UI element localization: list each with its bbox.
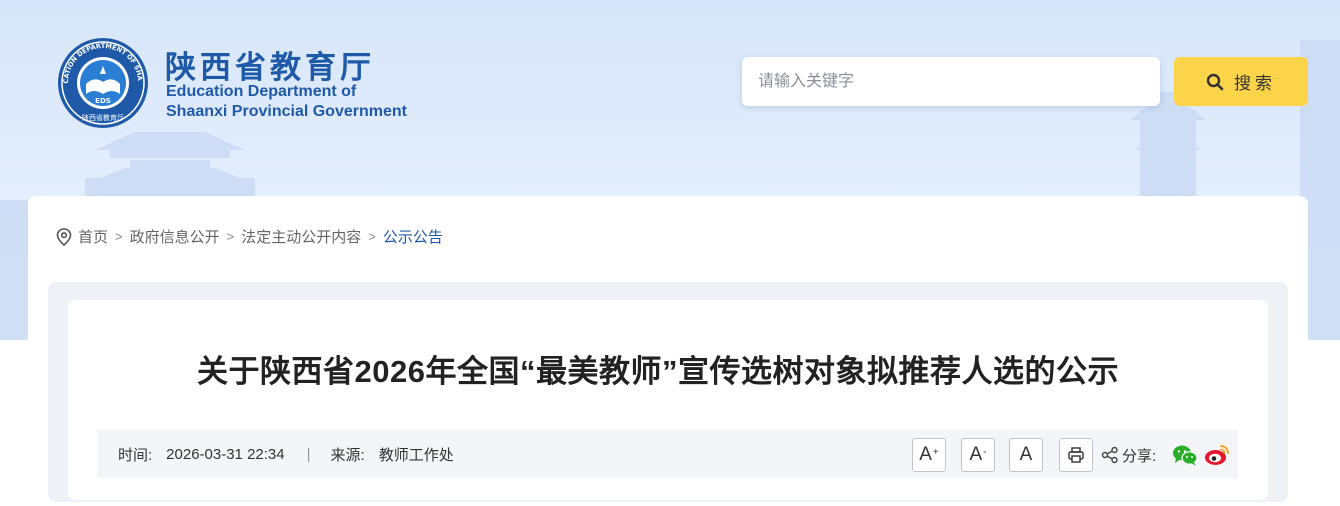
breadcrumb-statutory-content[interactable]: 法定主动公开内容 [241, 226, 361, 247]
search-button-label: 搜索 [1234, 74, 1276, 93]
search-input[interactable] [742, 57, 1160, 106]
font-decrease-button[interactable]: A- [961, 438, 995, 472]
print-button[interactable] [1059, 438, 1093, 472]
print-icon [1068, 447, 1084, 463]
article-title: 关于陕西省2026年全国“最美教师”宣传选树对象拟推荐人选的公示 [197, 354, 1119, 389]
search-icon [1206, 73, 1224, 90]
article-meta: 时间: 2026-03-31 22:34 | 来源: 教师工作处 [118, 444, 454, 465]
location-pin-icon [56, 227, 72, 246]
time-label: 时间: [118, 447, 153, 464]
education-department-emblem[interactable]: EDUCATION DEPARTMENT OF SHAANXI EDS 陕西省教… [56, 36, 150, 130]
time-value: 2026-03-31 22:34 [166, 446, 285, 463]
source-label: 来源: [330, 447, 365, 464]
breadcrumb-separator: > [368, 229, 376, 244]
search-button[interactable]: 搜索 [1174, 57, 1308, 106]
font-reset-button[interactable]: A [1009, 438, 1043, 472]
emblem-bottom-text: 陕西省教育厅 [82, 113, 124, 122]
breadcrumb-notices[interactable]: 公示公告 [383, 226, 443, 247]
breadcrumb-home[interactable]: 首页 [78, 226, 108, 247]
meta-divider: | [306, 446, 311, 463]
source-value: 教师工作处 [378, 447, 454, 464]
breadcrumb-separator: > [115, 229, 123, 244]
site-title-english-line1: Education Department of [166, 83, 357, 100]
emblem-center-text: EDS [95, 97, 111, 105]
site-title-chinese[interactable]: 陕西省教育厅 [165, 42, 375, 87]
breadcrumb: 首页 > 政府信息公开 > 法定主动公开内容 > 公示公告 [56, 226, 443, 247]
breadcrumb-gov-info[interactable]: 政府信息公开 [130, 226, 220, 247]
font-increase-button[interactable]: A + [912, 438, 946, 472]
share-icon [1101, 446, 1118, 464]
site-title-english-line2: Shaanxi Provincial Government [166, 103, 407, 120]
share-label: 分享: [1122, 448, 1157, 465]
weibo-icon[interactable] [1204, 442, 1231, 467]
wechat-icon[interactable] [1172, 444, 1198, 466]
breadcrumb-separator: > [226, 229, 235, 244]
